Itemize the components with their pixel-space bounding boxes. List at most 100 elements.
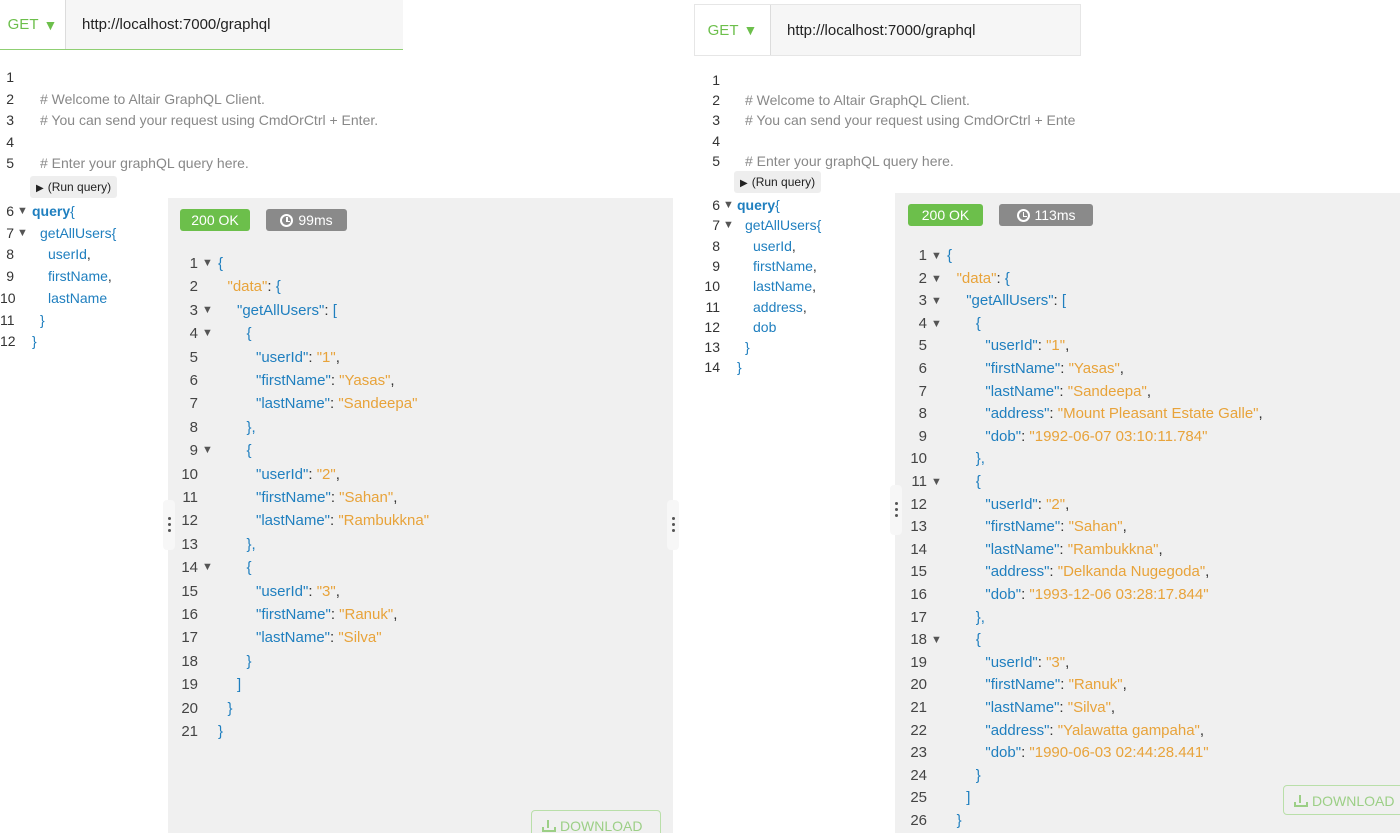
left-download-label: DOWNLOAD <box>560 818 643 833</box>
query-token: # You can send your request using CmdOrC… <box>745 112 1076 129</box>
json-token: : <box>267 278 276 296</box>
json-token: "Rambukkna" <box>338 512 430 530</box>
query-punctuation: , <box>812 278 817 295</box>
line-number: 15 <box>910 563 927 581</box>
query-punctuation: , <box>107 268 112 285</box>
result-line: 17 "lastName": "Silva" <box>168 626 673 649</box>
fold-toggle-icon[interactable]: ▼ <box>17 201 28 221</box>
fold-toggle-icon[interactable]: ▼ <box>17 223 28 243</box>
fold-toggle-icon[interactable]: ▼ <box>931 471 942 494</box>
fold-toggle-icon[interactable]: ▼ <box>723 195 734 215</box>
query-line: 2 # Welcome to Altair GraphQL Client. <box>694 90 1074 110</box>
json-token: "dob" <box>985 744 1022 762</box>
result-text: ] <box>966 787 970 810</box>
right-download-button[interactable]: DOWNLOAD <box>1283 785 1400 815</box>
line-number: 15 <box>181 582 198 600</box>
result-text: "firstName": "Yasas", <box>985 358 1124 381</box>
right-resize-handle[interactable] <box>890 485 902 535</box>
result-text: }, <box>976 607 985 630</box>
left-url-input[interactable]: http://localhost:7000/graphql <box>66 0 403 49</box>
json-token: "firstName" <box>985 360 1061 377</box>
right-method-select[interactable]: GET ▼ <box>695 5 771 55</box>
query-token: lastName <box>753 278 813 295</box>
left-method-select[interactable]: GET ▼ <box>0 0 66 49</box>
json-token: , <box>390 372 395 389</box>
query-text: } <box>32 331 37 351</box>
result-line: 16 "firstName": "Ranuk", <box>168 603 673 626</box>
line-number: 7 <box>6 224 14 241</box>
result-text: "lastName": "Sandeepa" <box>256 392 417 415</box>
json-token: "firstName" <box>256 606 331 623</box>
chevron-down-icon: ▼ <box>43 16 58 33</box>
query-text: lastName, <box>753 276 816 296</box>
line-number: 21 <box>910 699 927 716</box>
fold-toggle-icon[interactable]: ▼ <box>202 252 213 275</box>
json-token: { <box>975 473 981 490</box>
result-line: 11 ▼{ <box>895 471 1400 494</box>
json-token: , <box>1110 699 1116 716</box>
result-line: 5 "userId": "1", <box>895 335 1400 358</box>
right-response-time-badge: 113ms <box>999 204 1093 226</box>
right-url-input[interactable]: http://localhost:7000/graphql <box>771 5 1080 55</box>
result-line: 2 ▼ "data": { <box>895 268 1400 291</box>
fold-toggle-icon[interactable]: ▼ <box>931 290 942 313</box>
json-token: "Mount Pleasant Estate Galle" <box>1057 405 1259 423</box>
right-download-label: DOWNLOAD <box>1312 793 1395 809</box>
result-line: 1 ▼ { <box>895 245 1400 268</box>
line-number: 5 <box>918 337 927 355</box>
query-token: } <box>32 333 37 350</box>
json-token: [ <box>1061 292 1067 310</box>
json-token: "dob" <box>985 427 1022 445</box>
left-resize-handle[interactable] <box>163 500 175 550</box>
query-token: } <box>737 359 742 376</box>
line-number: 20 <box>181 699 198 717</box>
line-number: 8 <box>918 405 927 423</box>
fold-toggle-icon[interactable]: ▼ <box>931 245 942 268</box>
json-token: : <box>996 269 1005 287</box>
query-line: 1 <box>0 67 380 87</box>
line-number: 19 <box>910 653 927 671</box>
fold-toggle-icon[interactable]: ▼ <box>202 556 213 579</box>
json-token: : <box>330 489 340 506</box>
result-text: }, <box>247 416 256 439</box>
result-line: 5 "userId": "1", <box>168 346 673 369</box>
line-number: 10 <box>181 465 198 483</box>
query-text: } <box>745 337 750 357</box>
json-token: , <box>335 582 340 600</box>
result-text: "dob": "1992-06-07 03:10:11.784" <box>985 426 1207 449</box>
fold-toggle-icon[interactable]: ▼ <box>202 299 213 322</box>
query-line: 5 # Enter your graphQL query here. <box>694 151 1074 171</box>
result-line: 20} <box>168 697 673 720</box>
json-token: "Sandeepa" <box>1067 382 1147 400</box>
result-line: 23 "dob": "1990-06-03 02:44:28.441" <box>895 742 1400 765</box>
right-run-query-button[interactable]: ▶ (Run query) <box>734 171 822 193</box>
line-number: 8 <box>189 418 198 436</box>
fold-toggle-icon[interactable]: ▼ <box>723 215 734 235</box>
fold-toggle-icon[interactable]: ▼ <box>931 268 942 291</box>
json-token: , <box>1065 653 1070 671</box>
json-token: "lastName" <box>256 395 331 413</box>
left-download-button[interactable]: DOWNLOAD <box>531 810 661 833</box>
fold-toggle-icon[interactable]: ▼ <box>202 439 213 462</box>
left-run-query-button[interactable]: ▶ (Run query) <box>30 176 118 198</box>
json-token: , <box>393 606 398 623</box>
json-token: "1" <box>1046 337 1066 355</box>
fold-toggle-icon[interactable]: ▼ <box>931 629 942 652</box>
right-result-panel: 200 OK 113ms 1 ▼{2 ▼ "data": {3 ▼ "getAllUser… <box>895 193 1400 833</box>
result-text: "dob": "1993-12-06 03:28:17.844" <box>985 584 1208 607</box>
fold-toggle-icon[interactable]: ▼ <box>931 313 942 336</box>
result-text: { <box>247 322 252 345</box>
fold-toggle-icon[interactable]: ▼ <box>202 322 213 345</box>
json-token: } <box>246 652 252 670</box>
result-text: } <box>957 810 962 833</box>
result-text: "data": { <box>957 268 1010 291</box>
result-text: "userId": "3", <box>256 580 340 603</box>
center-resize-handle[interactable] <box>667 500 679 550</box>
line-number: 16 <box>910 586 927 603</box>
line-number: 2 <box>6 90 14 107</box>
query-token: firstName <box>48 268 108 285</box>
json-token: , <box>393 489 398 506</box>
result-line: 15 "userId": "3", <box>168 580 673 603</box>
result-line: 9 ▼ { <box>168 439 673 462</box>
line-number: 25 <box>910 789 927 807</box>
